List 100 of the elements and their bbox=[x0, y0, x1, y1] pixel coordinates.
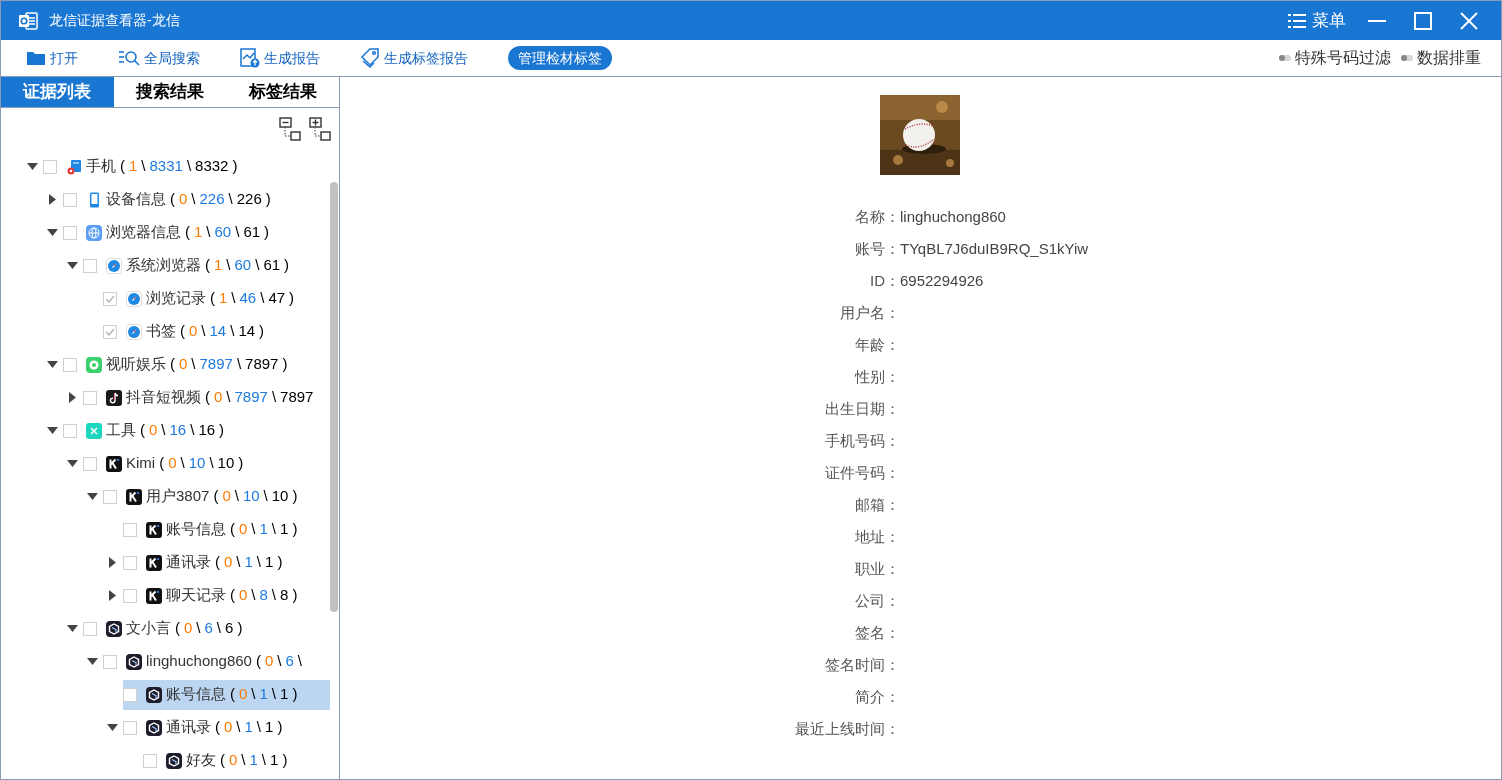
tree-item-label: linghuchong860 ( 0 \ 6 \ bbox=[146, 651, 302, 672]
checkbox[interactable] bbox=[123, 555, 137, 570]
field-label: 简介： bbox=[854, 686, 900, 707]
close-icon bbox=[1460, 11, 1478, 30]
field-label: ID： bbox=[869, 270, 900, 291]
k-logo-icon bbox=[146, 521, 162, 538]
tree-item-label: 设备信息 ( 0 \ 226 \ 226 ) bbox=[106, 189, 271, 210]
tools-icon bbox=[86, 422, 102, 439]
tree-item[interactable]: linghuchong860 ( 0 \ 6 \ bbox=[103, 646, 330, 677]
tree-item[interactable]: 账号信息 ( 0 \ 1 \ 1 ) bbox=[123, 514, 330, 545]
collapsed-caret-icon[interactable] bbox=[68, 392, 76, 403]
field-label: 签名： bbox=[854, 622, 900, 643]
toolbar-button[interactable]: 打开 bbox=[26, 47, 78, 69]
expanded-caret-icon[interactable] bbox=[26, 163, 38, 170]
tree-item-label: 浏览器信息 ( 1 \ 60 \ 61 ) bbox=[106, 222, 270, 243]
checkbox[interactable] bbox=[103, 291, 117, 306]
checkbox[interactable] bbox=[123, 720, 137, 735]
tree-item[interactable]: 用户3807 ( 0 \ 10 \ 10 ) bbox=[103, 481, 330, 512]
checkbox[interactable] bbox=[63, 225, 77, 240]
tree-item-label: 通讯录 ( 0 \ 1 \ 1 ) bbox=[166, 717, 283, 738]
checkbox[interactable] bbox=[83, 390, 97, 405]
tree-item[interactable]: 浏览器信息 ( 1 \ 60 \ 61 ) bbox=[63, 217, 330, 248]
tree-item-label: Kimi ( 0 \ 10 \ 10 ) bbox=[126, 453, 244, 474]
tree-item[interactable]: 视听娱乐 ( 0 \ 7897 \ 7897 ) bbox=[63, 349, 330, 380]
tree-item[interactable]: 好友 ( 0 \ 1 \ 1 ) bbox=[143, 745, 330, 776]
menu-button[interactable]: 菜单 bbox=[1288, 7, 1346, 34]
compass-icon bbox=[106, 257, 122, 274]
tree-item[interactable]: 通讯录 ( 0 \ 1 \ 1 ) bbox=[123, 547, 330, 578]
tree-item[interactable]: 聊天记录 ( 0 \ 8 \ 8 ) bbox=[123, 580, 330, 611]
checkbox[interactable] bbox=[63, 192, 77, 207]
toolbar-button[interactable]: 生成标签报告 bbox=[360, 47, 468, 69]
search-icon bbox=[118, 49, 140, 67]
k-logo-icon bbox=[126, 488, 142, 505]
tree-item[interactable]: 抖音短视频 ( 0 \ 7897 \ 7897 bbox=[83, 382, 330, 413]
compass-icon bbox=[126, 323, 142, 340]
checkbox[interactable] bbox=[123, 588, 137, 603]
checkbox[interactable] bbox=[103, 489, 117, 504]
field-label: 最近上线时间： bbox=[794, 718, 900, 739]
field-value: linghuchong860 bbox=[900, 206, 1006, 227]
expanded-caret-icon[interactable] bbox=[86, 493, 98, 500]
report-icon bbox=[240, 48, 260, 68]
field-value: TYqBL7J6duIB9RQ_S1kYiw bbox=[900, 238, 1089, 259]
checkbox[interactable] bbox=[83, 456, 97, 471]
tree-item[interactable]: 工具 ( 0 \ 16 \ 16 ) bbox=[63, 415, 330, 446]
tree-item[interactable]: 文小言 ( 0 \ 6 \ 6 ) bbox=[83, 613, 330, 644]
minimize-icon bbox=[1368, 19, 1386, 22]
expand-all-icon[interactable] bbox=[309, 117, 331, 141]
toggle-switch[interactable] bbox=[1401, 55, 1413, 61]
field-label: 出生日期： bbox=[824, 398, 900, 419]
collapsed-caret-icon[interactable] bbox=[108, 590, 116, 601]
toolbar-button[interactable]: 管理检材标签 bbox=[508, 46, 612, 70]
toggle-switch[interactable] bbox=[1279, 55, 1291, 61]
field-label: 邮箱： bbox=[854, 494, 900, 515]
tag-icon bbox=[360, 48, 380, 68]
expanded-caret-icon[interactable] bbox=[46, 427, 58, 434]
field-label: 手机号码： bbox=[824, 430, 900, 451]
scrollbar-thumb[interactable] bbox=[330, 182, 338, 612]
tree-item-label: 工具 ( 0 \ 16 \ 16 ) bbox=[106, 420, 225, 441]
globe-icon bbox=[86, 224, 102, 241]
expanded-caret-icon[interactable] bbox=[86, 658, 98, 665]
field-value: 6952294926 bbox=[900, 270, 984, 291]
compass-icon bbox=[126, 290, 142, 307]
tree-item[interactable]: Kimi ( 0 \ 10 \ 10 ) bbox=[83, 448, 330, 479]
expanded-caret-icon[interactable] bbox=[66, 262, 78, 269]
checkbox[interactable] bbox=[123, 522, 137, 537]
cube-icon bbox=[106, 620, 122, 637]
toolbar-button[interactable]: 全局搜索 bbox=[118, 47, 200, 69]
checkbox[interactable] bbox=[103, 654, 117, 669]
toggle-label: 数据排重 bbox=[1417, 48, 1481, 68]
expanded-caret-icon[interactable] bbox=[66, 625, 78, 632]
tab[interactable]: 证据列表 bbox=[1, 77, 114, 107]
checkbox[interactable] bbox=[83, 258, 97, 273]
checkbox[interactable] bbox=[103, 324, 117, 339]
expanded-caret-icon[interactable] bbox=[66, 460, 78, 467]
tree-item[interactable]: 账号信息 ( 0 \ 1 \ 1 ) bbox=[123, 679, 330, 710]
tree-item-label: 账号信息 ( 0 \ 1 \ 1 ) bbox=[166, 684, 298, 705]
tree-item[interactable]: 系统浏览器 ( 1 \ 60 \ 61 ) bbox=[83, 250, 330, 281]
maximize-icon bbox=[1414, 11, 1432, 30]
field-label: 公司： bbox=[854, 590, 900, 611]
collapse-all-icon[interactable] bbox=[279, 117, 301, 141]
collapsed-caret-icon[interactable] bbox=[48, 194, 56, 205]
collapsed-caret-icon[interactable] bbox=[108, 557, 116, 568]
checkbox[interactable] bbox=[143, 753, 157, 768]
checkbox[interactable] bbox=[63, 357, 77, 372]
tree-item-label: 文小言 ( 0 \ 6 \ 6 ) bbox=[126, 618, 243, 639]
tree-item[interactable]: 手机 ( 1 \ 8331 \ 8332 ) bbox=[43, 151, 330, 182]
field-label: 职业： bbox=[854, 558, 900, 579]
tree-item[interactable]: 通讯录 ( 0 \ 1 \ 1 ) bbox=[123, 712, 330, 743]
expanded-caret-icon[interactable] bbox=[46, 229, 58, 236]
expanded-caret-icon[interactable] bbox=[106, 724, 118, 731]
tree-item[interactable]: 设备信息 ( 0 \ 226 \ 226 ) bbox=[63, 184, 330, 215]
tree-item[interactable]: 浏览记录 ( 1 \ 46 \ 47 ) bbox=[103, 283, 330, 314]
tree-item[interactable]: 书签 ( 0 \ 14 \ 14 ) bbox=[103, 316, 330, 347]
cube-icon bbox=[166, 752, 182, 769]
checkbox[interactable] bbox=[43, 159, 57, 174]
expanded-caret-icon[interactable] bbox=[46, 361, 58, 368]
checkbox[interactable] bbox=[83, 621, 97, 636]
toolbar-button[interactable]: 生成报告 bbox=[240, 47, 320, 69]
checkbox[interactable] bbox=[63, 423, 77, 438]
checkbox[interactable] bbox=[123, 687, 137, 702]
